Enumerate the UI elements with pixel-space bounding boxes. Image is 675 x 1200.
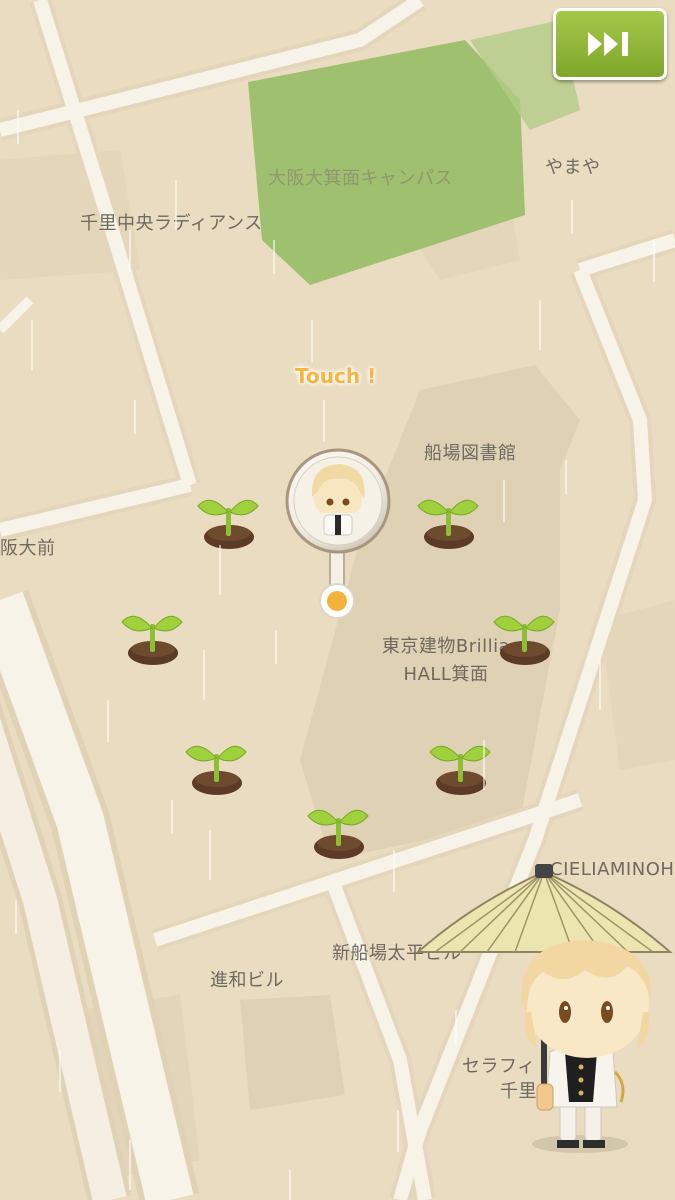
touch-prompt: Touch ! <box>295 364 377 388</box>
fast-forward-icon <box>588 32 628 56</box>
map-label-station: 阪大前 <box>0 538 56 559</box>
map-label-campus: 大阪大箕面キャンパス <box>268 168 453 189</box>
skip-button[interactable] <box>553 8 667 80</box>
map-label-library: 船場図書館 <box>424 443 517 464</box>
character-location-pin-icon[interactable] <box>284 447 392 621</box>
character-with-umbrella-icon <box>415 864 673 1153</box>
map-label-senri-radiance: 千里中央ラディアンス <box>80 213 263 234</box>
sprout-2[interactable] <box>416 490 480 552</box>
map-label-yamaya: やまや <box>545 157 601 178</box>
sprout-1[interactable] <box>196 490 260 552</box>
map-label-shinwa: 進和ビル <box>210 970 284 991</box>
sprout-6[interactable] <box>428 736 492 798</box>
sprout-3[interactable] <box>120 606 184 668</box>
map-view[interactable]: 大阪大箕面キャンパス やまや 千里中央ラディアンス 阪大前 船場図書館 東京建物… <box>0 0 675 1200</box>
sprout-4[interactable] <box>492 606 556 668</box>
sprout-5[interactable] <box>184 736 248 798</box>
sprout-7[interactable] <box>306 800 370 862</box>
